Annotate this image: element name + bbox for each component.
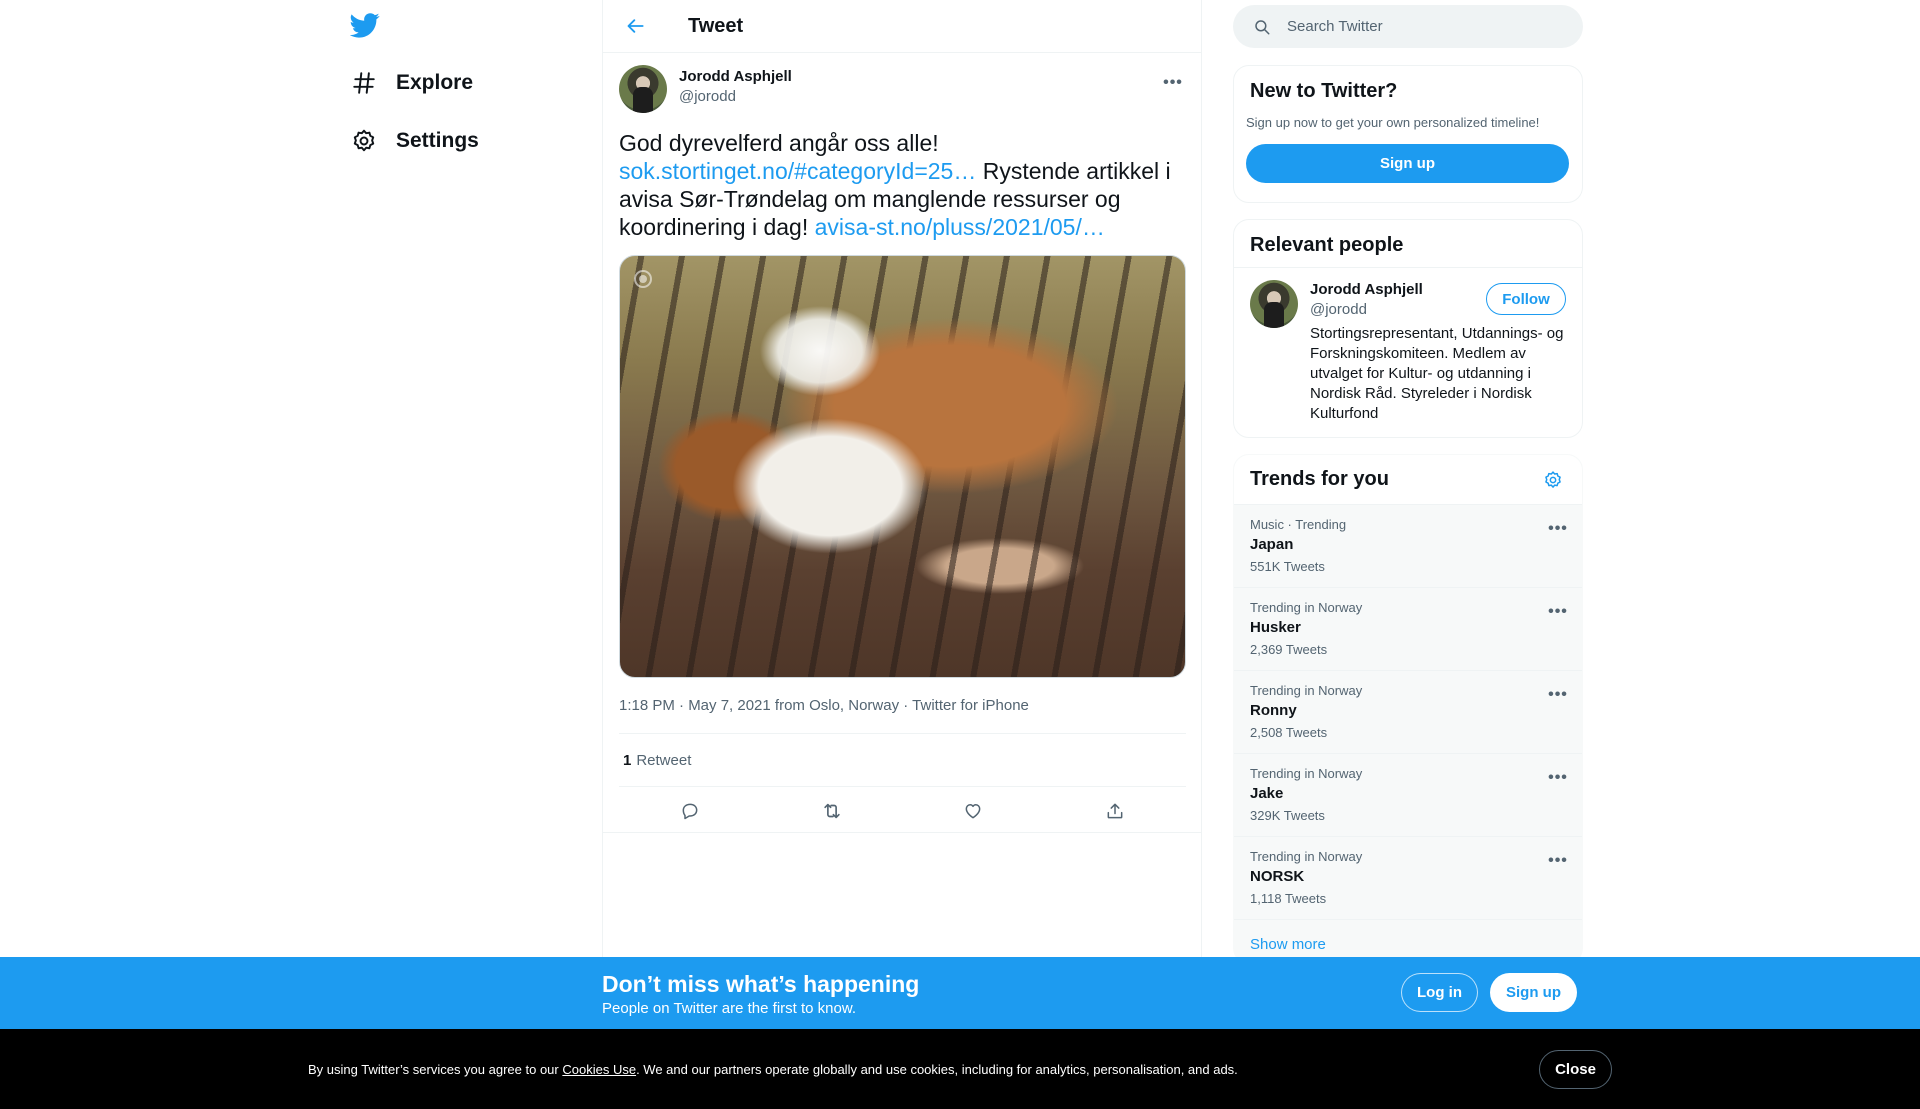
trend-item[interactable]: Trending in Norway NORSK 1,118 Tweets ••…	[1234, 837, 1582, 920]
ellipsis-icon: •••	[1548, 852, 1568, 869]
trend-item[interactable]: Trending in Norway Ronny 2,508 Tweets ••…	[1234, 671, 1582, 754]
new-to-twitter-title: New to Twitter?	[1250, 80, 1398, 102]
trend-more-button[interactable]: •••	[1546, 685, 1570, 705]
trend-count: 2,369 Tweets	[1250, 642, 1328, 657]
cookie-text-before: By using Twitter’s services you agree to…	[308, 1062, 563, 1077]
ellipsis-icon: •••	[1548, 686, 1568, 703]
tweet-timestamp: 1:18 PM · May 7, 2021 from Oslo, Norway …	[619, 696, 1186, 734]
arrow-left-icon	[627, 19, 644, 33]
avatar[interactable]	[619, 65, 667, 113]
nav-explore[interactable]: Explore	[350, 58, 473, 108]
tweet-link-avisa[interactable]: avisa-st.no/pluss/2021/05/…	[815, 214, 1105, 240]
ellipsis-icon: •••	[1163, 74, 1183, 91]
ellipsis-icon: •••	[1548, 769, 1568, 786]
trend-item[interactable]: Trending in Norway Jake 329K Tweets •••	[1234, 754, 1582, 837]
sidebar-signup-button[interactable]: Sign up	[1246, 144, 1569, 183]
author-handle[interactable]: @jorodd	[679, 87, 792, 107]
retweet-count-label[interactable]: Retweet	[636, 752, 691, 769]
trends-title: Trends for you	[1250, 468, 1389, 490]
trend-context: Trending in Norway	[1250, 600, 1363, 615]
cookie-text: By using Twitter’s services you agree to…	[308, 1062, 1238, 1078]
share-button[interactable]	[1098, 794, 1132, 828]
relevant-people-title: Relevant people	[1234, 220, 1582, 268]
new-to-twitter-card: New to Twitter? Sign up now to get your …	[1233, 65, 1583, 203]
trends-settings-button[interactable]	[1540, 467, 1566, 493]
nav-settings-label: Settings	[396, 129, 479, 152]
hashtag-icon	[350, 69, 378, 97]
tweet-photo[interactable]	[619, 255, 1186, 678]
trend-name: Ronny	[1250, 702, 1297, 719]
person-item[interactable]: Jorodd Asphjell @jorodd Stortingsreprese…	[1234, 268, 1582, 436]
new-to-twitter-subtitle: Sign up now to get your own personalized…	[1246, 115, 1540, 130]
banner-title: Don’t miss what’s happening	[602, 971, 920, 997]
tweet-text: God dyrevelferd angår oss alle! sok.stor…	[619, 129, 1189, 241]
ellipsis-icon: •••	[1548, 603, 1568, 620]
trend-more-button[interactable]: •••	[1546, 768, 1570, 788]
trend-count: 2,508 Tweets	[1250, 725, 1328, 740]
gear-icon	[350, 127, 378, 155]
retweet-icon	[823, 803, 840, 819]
trend-more-button[interactable]: •••	[1546, 602, 1570, 622]
banner-signup-button[interactable]: Sign up	[1490, 973, 1577, 1012]
retweet-button[interactable]	[815, 794, 849, 828]
tweet-header: Tweet	[603, 0, 1201, 53]
avatar[interactable]	[1250, 280, 1298, 328]
trends-header: Trends for you	[1234, 455, 1582, 505]
gear-icon	[1545, 470, 1561, 488]
trend-more-button[interactable]: •••	[1546, 519, 1570, 539]
relevant-people-card: Relevant people Jorodd Asphjell @jorodd …	[1233, 219, 1583, 438]
back-button[interactable]	[619, 9, 653, 43]
tweet-more-button[interactable]: •••	[1161, 73, 1185, 93]
trend-context: Trending in Norway	[1250, 766, 1363, 781]
tweet-stats: 1 Retweet	[619, 734, 1186, 787]
trend-count: 551K Tweets	[1250, 559, 1325, 574]
page-title: Tweet	[688, 14, 744, 37]
trend-context: Music · Trending	[1250, 517, 1347, 532]
nav-settings[interactable]: Settings	[350, 116, 479, 166]
like-button[interactable]	[956, 794, 990, 828]
reply-button[interactable]	[673, 794, 707, 828]
login-button[interactable]: Log in	[1401, 973, 1478, 1012]
retweet-count[interactable]: 1	[623, 752, 631, 769]
author-name[interactable]: Jorodd Asphjell	[679, 67, 792, 87]
twitter-logo-icon[interactable]	[349, 10, 380, 40]
trend-count: 329K Tweets	[1250, 808, 1325, 823]
trend-name: Japan	[1250, 536, 1294, 553]
person-bio: Stortingsrepresentant, Utdannings- og Fo…	[1310, 325, 1564, 422]
tweet-actions	[619, 787, 1186, 835]
media-indicator-icon	[634, 270, 652, 288]
tweet-link-stortinget[interactable]: sok.stortinget.no/#categoryId=25…	[619, 158, 976, 184]
ellipsis-icon: •••	[1548, 520, 1568, 537]
share-icon	[1107, 803, 1123, 819]
timeline-divider	[603, 832, 1201, 833]
trend-item[interactable]: Music · Trending Japan 551K Tweets •••	[1234, 505, 1582, 588]
trend-context: Trending in Norway	[1250, 683, 1363, 698]
tweet-text-part1: God dyrevelferd angår oss alle!	[619, 130, 939, 156]
nav-explore-label: Explore	[396, 71, 474, 94]
signup-banner: Don’t miss what’s happening People on Tw…	[0, 957, 1920, 1029]
heart-icon	[965, 804, 981, 819]
banner-subtitle: People on Twitter are the first to know.	[602, 1000, 857, 1017]
reply-icon	[682, 803, 698, 820]
search-bar[interactable]	[1233, 5, 1583, 48]
trend-count: 1,118 Tweets	[1250, 891, 1327, 906]
trend-name: Jake	[1250, 785, 1284, 802]
follow-button[interactable]: Follow	[1486, 283, 1566, 315]
search-input[interactable]	[1287, 18, 1567, 35]
trend-name: NORSK	[1250, 868, 1305, 885]
cookies-use-link[interactable]: Cookies Use	[562, 1062, 636, 1077]
cookie-text-after: . We and our partners operate globally a…	[636, 1062, 1238, 1077]
trend-context: Trending in Norway	[1250, 849, 1363, 864]
cookie-close-button[interactable]: Close	[1539, 1050, 1612, 1089]
trends-card: Trends for you Music · Trending Japan 55…	[1233, 454, 1583, 964]
trend-more-button[interactable]: •••	[1546, 851, 1570, 871]
trend-item[interactable]: Trending in Norway Husker 2,369 Tweets •…	[1234, 588, 1582, 671]
cookie-consent-bar: By using Twitter’s services you agree to…	[0, 1029, 1920, 1109]
search-icon	[1255, 19, 1270, 34]
tweet-detail: Jorodd Asphjell @jorodd ••• God dyrevelf…	[603, 53, 1201, 835]
tweet-author: Jorodd Asphjell @jorodd	[619, 65, 1185, 113]
trend-name: Husker	[1250, 619, 1301, 636]
main-column: Tweet Jorodd Asphjell @jorodd ••• God dy…	[602, 0, 1202, 1109]
